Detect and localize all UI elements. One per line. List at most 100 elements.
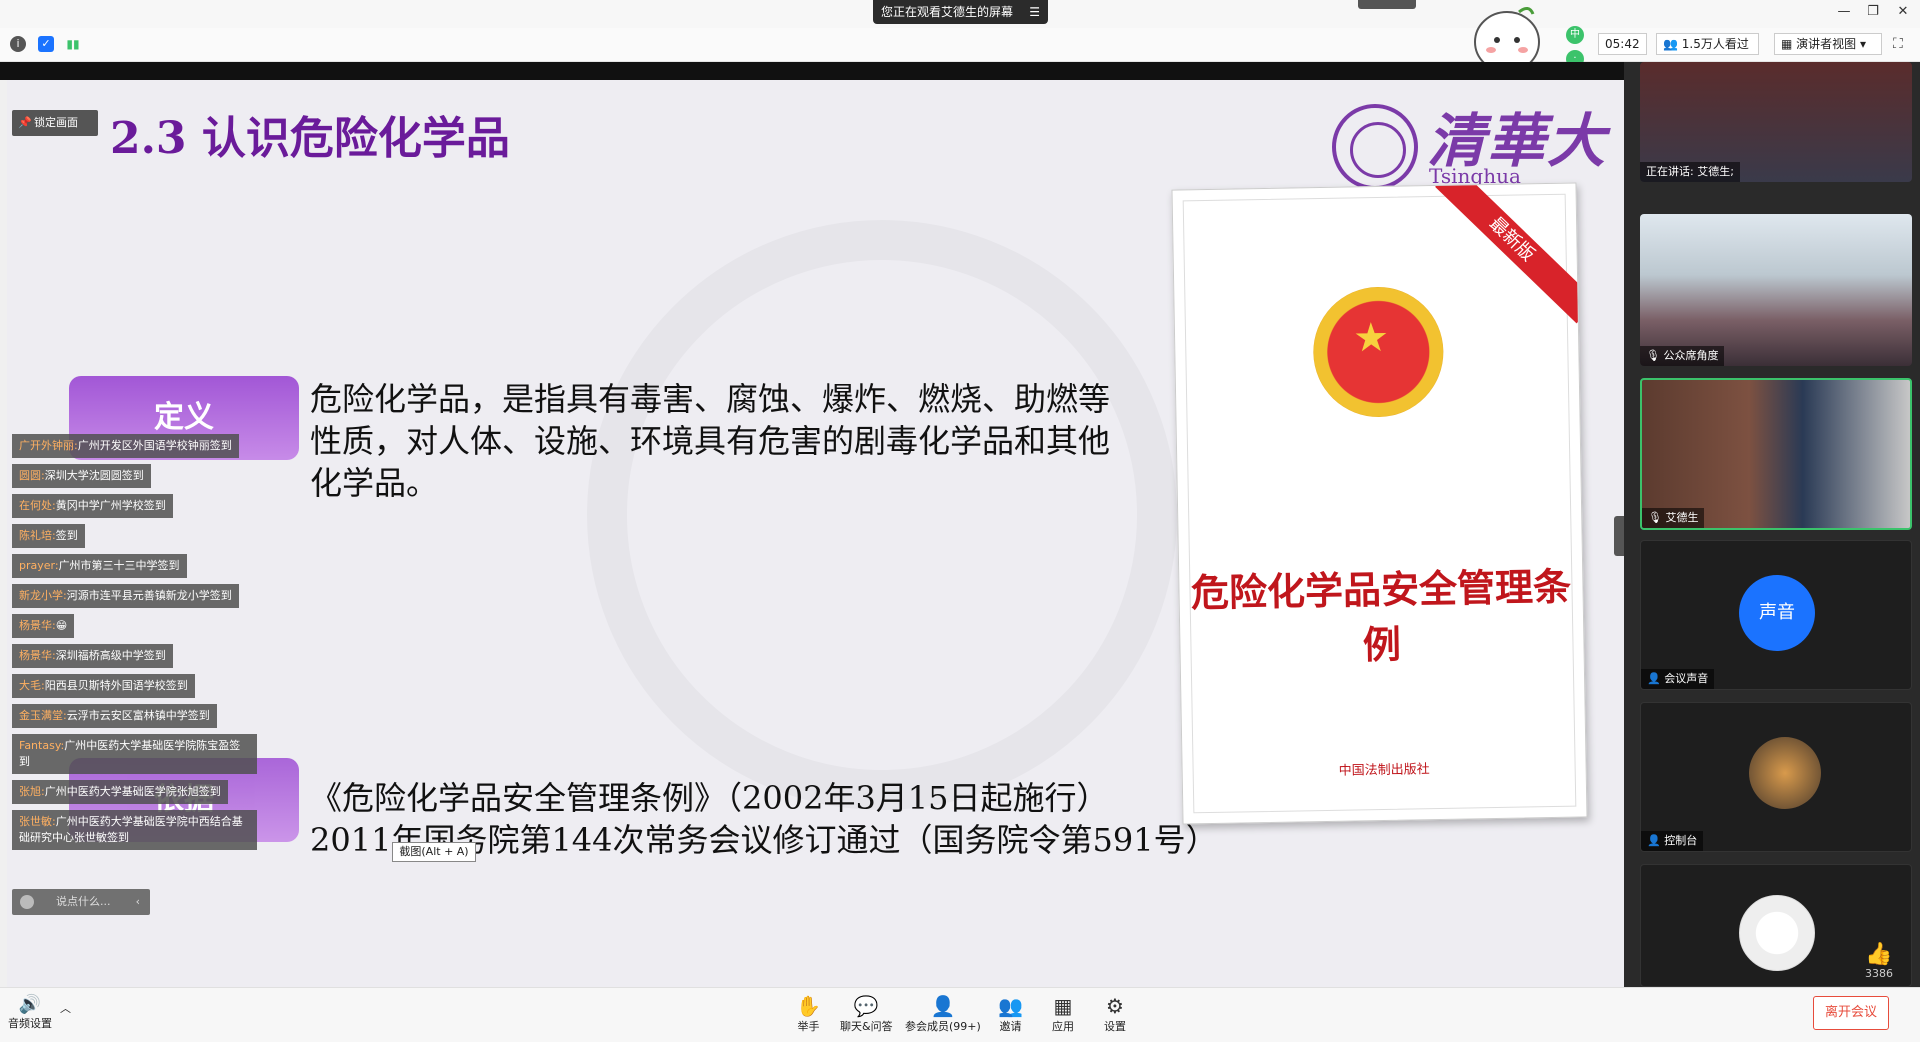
raise-hand-button[interactable]: ✋ 举手 [796, 994, 821, 1034]
signal-icon[interactable]: ▮▮ [65, 36, 81, 52]
chat-message: 广开外钟丽:广州开发区外国语学校钟丽签到 [12, 434, 239, 458]
meeting-timer: 05:42 [1598, 33, 1647, 55]
chat-text: 云浮市云安区富林镇中学签到 [66, 709, 210, 722]
chat-text: 广州中医药大学基础医学院张旭签到 [44, 785, 221, 798]
participants-button[interactable]: 👤 参会成员(99+) [905, 994, 981, 1034]
raise-hand-label: 举手 [797, 1020, 820, 1033]
view-mode-dropdown[interactable]: ▦ 演讲者视图 ▾ [1774, 33, 1882, 55]
mascot-dot-1[interactable]: 中 [1566, 26, 1584, 44]
chat-sender: prayer: [19, 559, 59, 572]
participant-avatar [1739, 895, 1815, 971]
chat-collapse-icon[interactable]: ‹ [136, 889, 140, 915]
settings-label: 设置 [1104, 1020, 1126, 1033]
tile-label: 👤 控制台 [1641, 831, 1704, 851]
mic-icon: 🎙 [1648, 511, 1666, 524]
audio-settings-button[interactable]: 🔊 音频设置 [8, 994, 52, 1031]
chat-sender: 杨景华: [19, 649, 56, 662]
slide-title: 2.3 认识危险化学品 [110, 113, 510, 164]
audio-settings-chevron-icon[interactable]: ︿ [60, 1000, 71, 1016]
screen-share-text: 您正在观看艾德生的屏幕 [881, 5, 1014, 19]
chat-sender: 杨景华: [19, 619, 56, 632]
emoji-icon[interactable] [20, 895, 34, 909]
chat-text: 深圳福桥高级中学签到 [55, 649, 166, 662]
invite-button[interactable]: 👥 邀请 [998, 994, 1023, 1034]
user-icon: 👤 [1647, 672, 1665, 685]
shield-icon[interactable]: ✓ [38, 36, 54, 52]
thumbs-up-icon: 👍 [1865, 942, 1893, 967]
console-avatar [1749, 737, 1821, 809]
video-tile-speaker[interactable]: 🎙 艾德生 [1640, 378, 1912, 530]
person-icon: 👤 [930, 994, 956, 1018]
chat-text: 河源市连平县元善镇新龙小学签到 [66, 589, 232, 602]
chat-message: 张世敏:广州中医药大学基础医学院中西结合基础研究中心张世敏签到 [12, 810, 257, 850]
pin-icon: 📌 [18, 116, 32, 129]
title-bar: 您正在观看艾德生的屏幕 ☰ — ❐ ✕ [0, 0, 1920, 28]
chat-message: Fantasy:广州中医药大学基础医学院陈宝盈签到 [12, 734, 257, 774]
stage-top-border [0, 62, 1624, 80]
chat-message: 新龙小学:河源市连平县元善镇新龙小学签到 [12, 584, 239, 608]
restore-icon[interactable]: ❐ [1863, 4, 1883, 19]
chat-sender: 张世敏: [19, 815, 56, 828]
chat-icon: 💬 [853, 994, 879, 1018]
chevron-down-icon: ▾ [1856, 37, 1867, 51]
book-ribbon: 最新版 [1435, 183, 1578, 324]
tile-name: 会议声音 [1664, 672, 1709, 685]
close-icon[interactable]: ✕ [1893, 4, 1913, 19]
chat-message: prayer:广州市第三十三中学签到 [12, 554, 187, 578]
participants-label: 参会成员(99+) [905, 1020, 981, 1033]
chat-text: 😁 [55, 619, 68, 632]
screenshot-tooltip: 截图(Alt + A) [392, 842, 476, 862]
fullscreen-icon[interactable]: ⛶ [1893, 36, 1903, 52]
chat-input-placeholder: 说点什么... [56, 895, 111, 908]
tile-label: 🎙 艾德生 [1642, 508, 1705, 528]
tile-name: 公众席角度 [1663, 349, 1719, 362]
leave-meeting-button[interactable]: 离开会议 [1813, 996, 1889, 1030]
chat-qa-button[interactable]: 💬 聊天&问答 [840, 994, 893, 1034]
tile-label: 👤 会议声音 [1641, 669, 1715, 689]
book-title: 危险化学品安全管理条例 [1190, 563, 1572, 668]
chat-overlay: 广开外钟丽:广州开发区外国语学校钟丽签到 圆圆:深圳大学沈圆圆签到 在何处:黄冈… [12, 434, 262, 856]
viewer-count: 1.5万人看过 [1681, 37, 1749, 51]
hand-icon: ✋ [796, 994, 821, 1018]
viewer-count-button[interactable]: 👥 1.5万人看过 [1656, 33, 1759, 55]
video-tile-presentation[interactable]: 正在讲话: 艾德生; [1640, 62, 1912, 182]
chat-sender: Fantasy: [19, 739, 65, 752]
info-icon[interactable]: i [10, 36, 26, 52]
chat-sender: 新龙小学: [19, 589, 67, 602]
chat-message: 金玉满堂:云浮市云安区富林镇中学签到 [12, 704, 217, 728]
video-tile-console[interactable]: 👤 控制台 [1640, 702, 1912, 852]
lock-view-label: 锁定画面 [34, 116, 78, 129]
lock-view-button[interactable]: 📌 锁定画面 [12, 110, 98, 136]
speaker-icon: 🔊 [18, 994, 42, 1015]
tile-name: 控制台 [1664, 834, 1698, 847]
chat-sender: 圆圆: [19, 469, 45, 482]
camera-indicator [1358, 0, 1416, 9]
add-user-icon: 👥 [998, 994, 1023, 1018]
chat-message: 杨景华:深圳福桥高级中学签到 [12, 644, 173, 668]
audio-avatar: 声音 [1739, 575, 1815, 651]
apps-button[interactable]: ▦ 应用 [1052, 994, 1074, 1034]
video-tile-participant[interactable]: 👍 3386 [1640, 864, 1912, 987]
chat-text: 黄冈中学广州学校签到 [55, 499, 166, 512]
chat-text: 签到 [55, 529, 78, 542]
basis-line-1: 《危险化学品安全管理条例》（2002年3月15日起施行） [310, 779, 1109, 817]
chat-message: 杨景华:😁 [12, 614, 75, 638]
screen-share-notice[interactable]: 您正在观看艾德生的屏幕 ☰ [873, 0, 1048, 24]
settings-button[interactable]: ⚙ 设置 [1104, 994, 1126, 1034]
minimize-icon[interactable]: — [1834, 4, 1854, 19]
video-tile-meeting-audio[interactable]: 声音 👤 会议声音 [1640, 540, 1912, 690]
chat-sender: 陈礼培: [19, 529, 56, 542]
regulation-book-cover: 最新版 ★ 危险化学品安全管理条例 中国法制出版社 [1171, 182, 1588, 825]
chat-input[interactable]: 说点什么... ‹ [12, 889, 150, 915]
share-menu-icon[interactable]: ☰ [1029, 0, 1040, 24]
gear-icon: ⚙ [1106, 994, 1124, 1018]
slide-watermark [587, 220, 1177, 810]
audio-settings-label: 音频设置 [8, 1017, 52, 1030]
video-tile-audience[interactable]: 🎙 公众席角度 [1640, 214, 1912, 366]
like-button[interactable]: 👍 3386 [1865, 942, 1893, 980]
tile-name: 艾德生 [1665, 511, 1699, 524]
users-icon: 👥 [1663, 37, 1682, 51]
definition-text: 危险化学品，是指具有毒害、腐蚀、爆炸、燃烧、助燃等性质，对人体、设施、环境具有危… [310, 380, 1111, 502]
speaking-indicator: 正在讲话: 艾德生; [1640, 162, 1740, 182]
chat-text: 深圳大学沈圆圆签到 [44, 469, 144, 482]
